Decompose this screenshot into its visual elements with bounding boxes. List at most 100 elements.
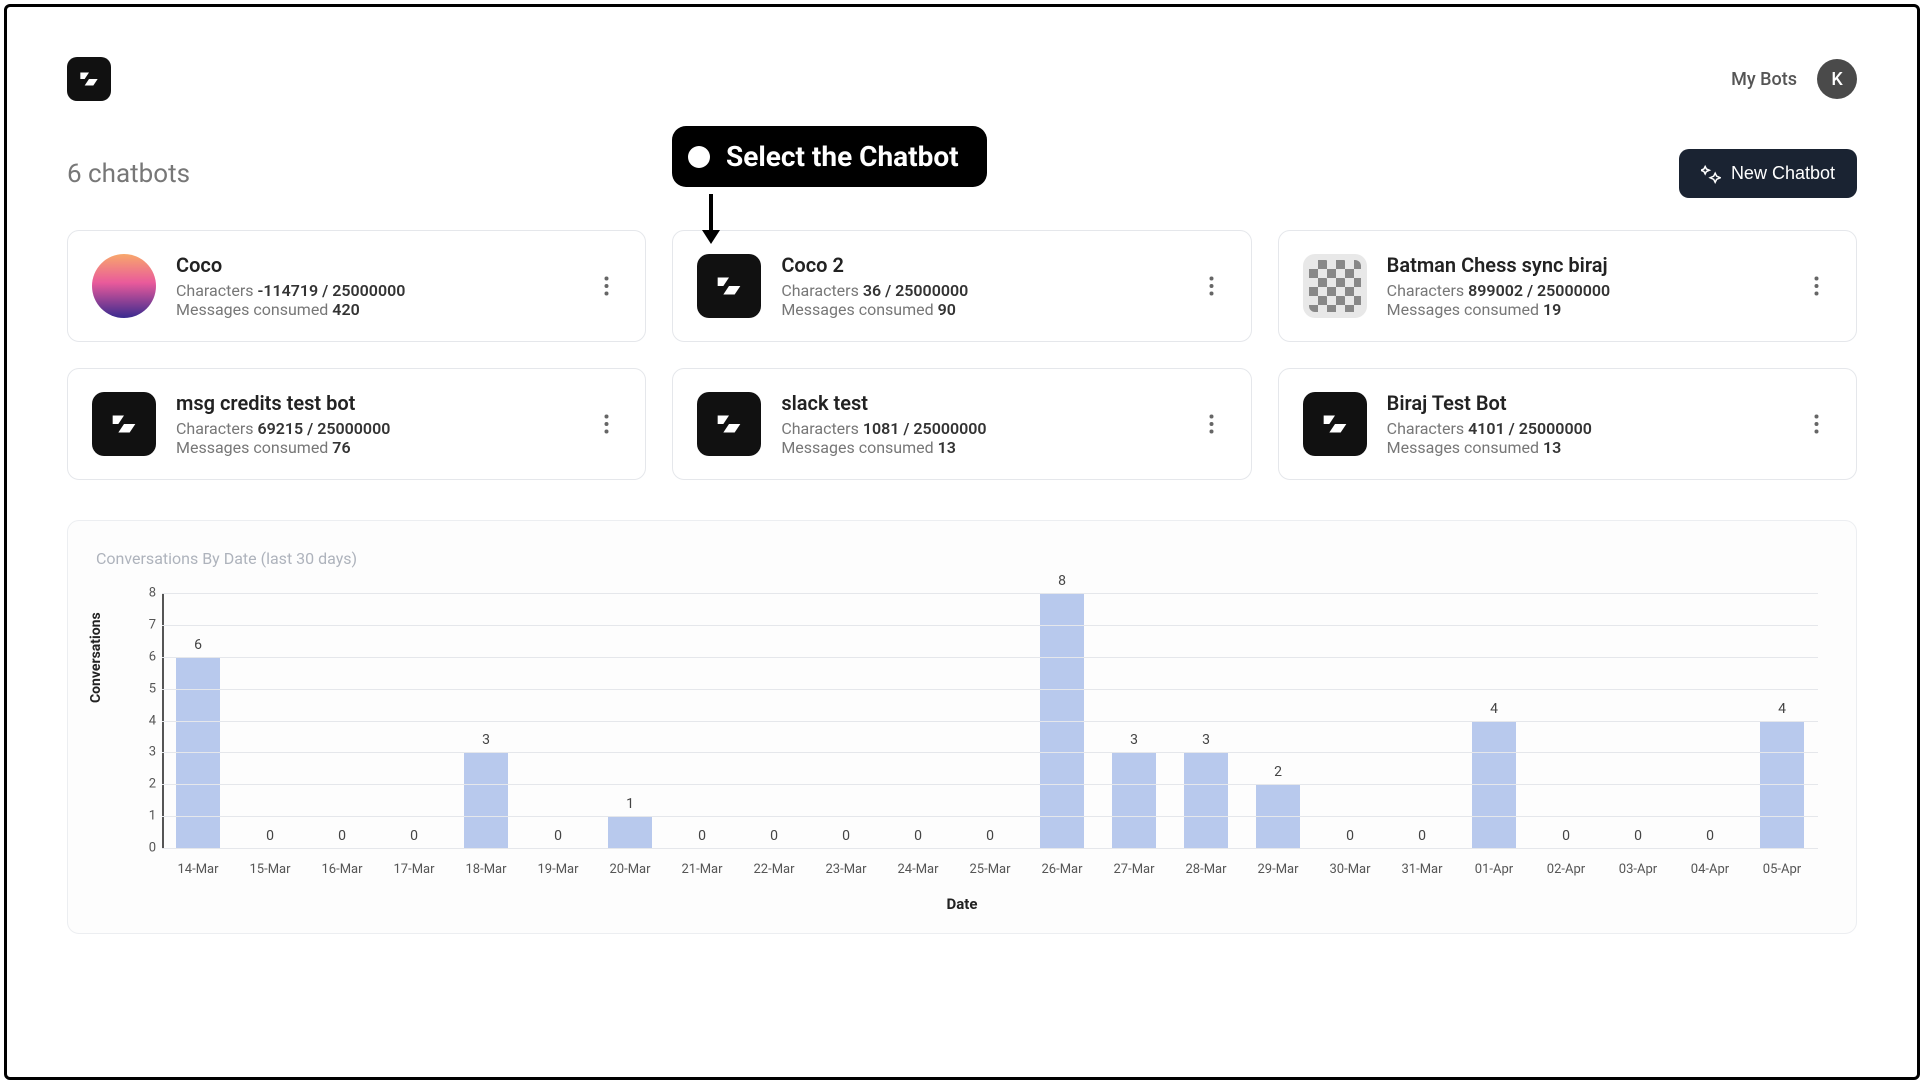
- bot-name: Batman Chess sync biraj: [1387, 253, 1782, 277]
- user-avatar[interactable]: K: [1817, 59, 1857, 99]
- bar-value-label: 3: [1202, 732, 1210, 748]
- bar-value-label: 3: [1130, 732, 1138, 748]
- card-menu-button[interactable]: [1802, 266, 1832, 306]
- bar-value-label: 0: [266, 828, 274, 844]
- dots-vertical-icon: [1814, 414, 1819, 434]
- x-tick: 24-Mar: [882, 862, 954, 877]
- bar-value-label: 0: [1562, 828, 1570, 844]
- chart-panel: Conversations By Date (last 30 days) Con…: [67, 520, 1857, 934]
- x-tick: 31-Mar: [1386, 862, 1458, 877]
- chart-title-main: Conversations By Date: [96, 549, 261, 568]
- bar-value-label: 0: [1418, 828, 1426, 844]
- dots-vertical-icon: [604, 276, 609, 296]
- new-chatbot-label: New Chatbot: [1731, 163, 1835, 184]
- x-axis-label: Date: [96, 895, 1828, 913]
- bar-value-label: 0: [698, 828, 706, 844]
- new-chatbot-button[interactable]: New Chatbot: [1679, 149, 1857, 198]
- x-tick: 28-Mar: [1170, 862, 1242, 877]
- bar: [1184, 752, 1229, 848]
- bar-value-label: 0: [842, 828, 850, 844]
- y-tick: 4: [134, 713, 156, 728]
- chart-title: Conversations By Date (last 30 days): [96, 545, 1828, 569]
- dots-vertical-icon: [1814, 276, 1819, 296]
- x-tick: 21-Mar: [666, 862, 738, 877]
- bot-icon: [92, 392, 156, 456]
- x-tick: 03-Apr: [1602, 862, 1674, 877]
- bot-icon: [1303, 392, 1367, 456]
- y-tick: 7: [134, 617, 156, 632]
- chatbot-card[interactable]: Biraj Test Bot Characters 4101 / 2500000…: [1278, 368, 1857, 480]
- x-tick: 25-Mar: [954, 862, 1026, 877]
- chatbot-card[interactable]: Batman Chess sync biraj Characters 89900…: [1278, 230, 1857, 342]
- bot-icon: [697, 254, 761, 318]
- x-tick: 20-Mar: [594, 862, 666, 877]
- bar-value-label: 1: [626, 796, 634, 812]
- bot-icon: [1303, 254, 1367, 318]
- bot-messages: Messages consumed 19: [1387, 300, 1782, 319]
- x-tick: 01-Apr: [1458, 862, 1530, 877]
- bar-value-label: 4: [1490, 701, 1498, 717]
- bar-value-label: 0: [338, 828, 346, 844]
- bar: [1112, 752, 1157, 848]
- card-menu-button[interactable]: [591, 266, 621, 306]
- x-tick: 22-Mar: [738, 862, 810, 877]
- x-tick: 26-Mar: [1026, 862, 1098, 877]
- chart-area: Conversations 6 0 0 0 3 0 1 0 0 0 0 0 8 …: [96, 593, 1828, 893]
- chart-title-sub: (last 30 days): [261, 549, 358, 568]
- bar-value-label: 0: [770, 828, 778, 844]
- bot-characters: Characters 36 / 25000000: [781, 281, 1176, 300]
- bar-value-label: 6: [194, 637, 202, 653]
- bot-messages: Messages consumed 90: [781, 300, 1176, 319]
- bot-messages: Messages consumed 13: [781, 438, 1176, 457]
- chatbot-card[interactable]: Coco Characters -114719 / 25000000 Messa…: [67, 230, 646, 342]
- y-tick: 0: [134, 841, 156, 856]
- callout-arrow-icon: [696, 194, 726, 244]
- bot-icon: [92, 254, 156, 318]
- bot-name: Biraj Test Bot: [1387, 391, 1782, 415]
- bot-name: slack test: [781, 391, 1176, 415]
- bar-value-label: 0: [914, 828, 922, 844]
- chatbot-card[interactable]: Coco 2 Characters 36 / 25000000 Messages…: [672, 230, 1251, 342]
- chatbot-card[interactable]: slack test Characters 1081 / 25000000 Me…: [672, 368, 1251, 480]
- my-bots-link[interactable]: My Bots: [1731, 69, 1797, 90]
- sparkle-icon: [1701, 164, 1721, 184]
- bot-name: Coco 2: [781, 253, 1176, 277]
- bar-value-label: 0: [1346, 828, 1354, 844]
- x-tick: 02-Apr: [1530, 862, 1602, 877]
- bot-name: msg credits test bot: [176, 391, 571, 415]
- card-menu-button[interactable]: [1197, 266, 1227, 306]
- bar-value-label: 0: [554, 828, 562, 844]
- card-menu-button[interactable]: [1802, 404, 1832, 444]
- bot-characters: Characters 69215 / 25000000: [176, 419, 571, 438]
- y-tick: 8: [134, 586, 156, 601]
- y-tick: 6: [134, 649, 156, 664]
- page-title: 6 chatbots: [67, 159, 190, 189]
- logo-icon: [712, 269, 746, 303]
- bar-value-label: 0: [986, 828, 994, 844]
- logo-icon: [712, 407, 746, 441]
- bar-value-label: 0: [1706, 828, 1714, 844]
- bot-messages: Messages consumed 76: [176, 438, 571, 457]
- bot-messages: Messages consumed 420: [176, 300, 571, 319]
- x-tick: 19-Mar: [522, 862, 594, 877]
- x-tick: 14-Mar: [162, 862, 234, 877]
- bot-characters: Characters 1081 / 25000000: [781, 419, 1176, 438]
- chatbot-card[interactable]: msg credits test bot Characters 69215 / …: [67, 368, 646, 480]
- x-tick: 17-Mar: [378, 862, 450, 877]
- x-tick: 30-Mar: [1314, 862, 1386, 877]
- logo-icon: [1318, 407, 1352, 441]
- card-menu-button[interactable]: [1197, 404, 1227, 444]
- topbar: My Bots K: [67, 57, 1857, 101]
- x-tick: 23-Mar: [810, 862, 882, 877]
- card-menu-button[interactable]: [591, 404, 621, 444]
- app-logo[interactable]: [67, 57, 111, 101]
- bar-value-label: 0: [1634, 828, 1642, 844]
- x-tick: 29-Mar: [1242, 862, 1314, 877]
- y-tick: 1: [134, 809, 156, 824]
- y-tick: 5: [134, 681, 156, 696]
- bar: [464, 752, 509, 848]
- x-tick: 05-Apr: [1746, 862, 1818, 877]
- dots-vertical-icon: [604, 414, 609, 434]
- dots-vertical-icon: [1209, 414, 1214, 434]
- bot-characters: Characters 4101 / 25000000: [1387, 419, 1782, 438]
